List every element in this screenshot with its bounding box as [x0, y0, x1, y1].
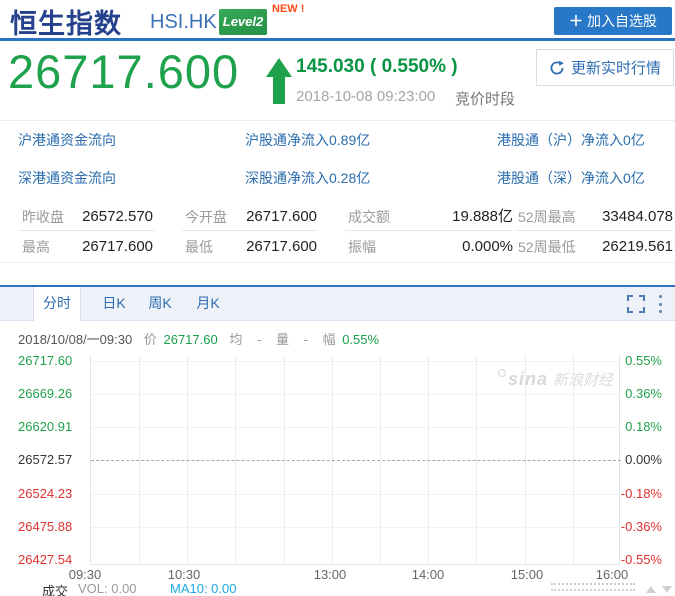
stats-divider — [516, 230, 673, 231]
stat-value-low: 26717.600 — [246, 234, 317, 260]
fund-flow-northbound-sh[interactable]: 沪股通净流入0.89亿 — [245, 121, 370, 159]
stats-divider — [182, 230, 318, 231]
stats-divider — [18, 230, 155, 231]
stat-label-high: 最高 — [22, 234, 50, 260]
gridline-h — [91, 394, 621, 395]
session-status: 竞价时段 — [455, 88, 515, 109]
fund-flow-link-hgt[interactable]: 沪港通资金流向 — [18, 121, 116, 159]
chart-info-datetime: 2018/10/08/一09:30 — [18, 332, 132, 347]
tab-daily-k[interactable]: 日K — [94, 287, 134, 320]
fund-flow-section: 沪港通资金流向 沪股通净流入0.89亿 港股通（沪）净流入0亿 深港通资金流向 … — [0, 120, 675, 197]
fund-flow-southbound-sh[interactable]: 港股通（沪）净流入0亿 — [497, 121, 645, 159]
chart-scrollbar[interactable] — [551, 583, 635, 591]
fund-flow-link-sgt[interactable]: 深港通资金流向 — [18, 159, 116, 197]
page-title: 恒生指数 — [10, 2, 122, 41]
tab-monthly-k[interactable]: 月K — [188, 287, 228, 320]
chart-crosshair-info: 2018/10/08/一09:30 价 26717.60 均 - 量 - 幅 0… — [18, 329, 379, 348]
y-axis-label-left: 26572.57 — [18, 452, 88, 467]
chart-info-vol-label: 量 — [276, 332, 289, 347]
stat-value-amplitude: 0.000% — [462, 234, 513, 260]
chart-info-amp-value: 0.55% — [342, 332, 379, 347]
gridline-h — [91, 494, 621, 495]
watermark-text: 新浪财经 — [553, 372, 613, 389]
up-arrow-icon — [266, 58, 292, 105]
gridline-h — [91, 427, 621, 428]
add-watchlist-label: 加入自选股 — [587, 13, 657, 29]
scroll-up-icon[interactable] — [646, 586, 656, 593]
stat-label-low: 最低 — [185, 234, 213, 260]
stat-value-turnover: 19.888亿 — [452, 204, 513, 230]
level2-badge[interactable]: Level2 — [219, 9, 267, 35]
hsi-quote-page: 恒生指数 HSI.HK Level2 NEW ! ＋加入自选股 26717.60… — [0, 0, 675, 596]
stat-label-52w-high: 52周最高 — [518, 204, 576, 230]
fullscreen-icon[interactable] — [627, 295, 645, 313]
stat-label-turnover: 成交额 — [348, 204, 390, 230]
baseline-dashed — [91, 460, 621, 461]
chart-info-avg-label: 均 — [229, 332, 242, 347]
fund-flow-row: 深港通资金流向 深股通净流入0.28亿 港股通（深）净流入0亿 — [0, 159, 675, 197]
x-axis-label: 13:00 — [308, 567, 352, 582]
chart-tabbar: 分时 日K 周K 月K — [0, 287, 675, 321]
tab-minute-chart[interactable]: 分时 — [33, 287, 81, 321]
stat-value-prev-close: 26572.570 — [82, 204, 153, 230]
stock-code: HSI.HK — [150, 11, 217, 34]
current-price: 26717.600 — [8, 44, 239, 99]
y-axis-label-left: 26620.91 — [18, 419, 88, 434]
refresh-quote-button[interactable]: 更新实时行情 — [536, 49, 674, 86]
new-badge: NEW ! — [272, 3, 304, 15]
scroll-down-icon[interactable] — [662, 586, 672, 593]
refresh-icon — [549, 60, 565, 76]
y-axis-label-left: 26524.23 — [18, 486, 88, 501]
fund-flow-southbound-sz[interactable]: 港股通（深）净流入0亿 — [497, 159, 645, 197]
chart-info-amp-label: 幅 — [323, 332, 336, 347]
sina-watermark: sina 新浪财经 — [498, 369, 613, 390]
y-axis-label-left: 26475.88 — [18, 519, 88, 534]
price-change: 145.030 ( 0.550% ) — [296, 56, 458, 78]
ma10-value: MA10: 0.00 — [170, 581, 237, 596]
stat-value-open: 26717.600 — [246, 204, 317, 230]
x-axis-label: 09:30 — [63, 567, 107, 582]
chart-info-price-label: 价 — [144, 332, 157, 347]
stat-label-amplitude: 振幅 — [348, 234, 376, 260]
chart-info-vol-value: - — [304, 332, 308, 347]
quote-timestamp: 2018-10-08 09:23:00 — [296, 88, 435, 105]
gridline-h — [91, 361, 621, 362]
y-axis-label-left: 26427.54 — [18, 552, 88, 567]
chart-info-avg-value: - — [257, 332, 261, 347]
x-axis-label: 10:30 — [162, 567, 206, 582]
chart-panel: 分时 日K 周K 月K 2018/10/08/一09:30 价 26717.60… — [0, 285, 675, 596]
y-axis-label-left: 26717.60 — [18, 353, 88, 368]
x-axis-label: 16:00 — [590, 567, 634, 582]
stat-label-open: 今开盘 — [185, 204, 227, 230]
stats-divider — [345, 230, 513, 231]
volume-value: VOL: 0.00 — [78, 581, 137, 596]
header-divider — [0, 38, 675, 41]
fund-flow-row: 沪港通资金流向 沪股通净流入0.89亿 港股通（沪）净流入0亿 — [0, 121, 675, 159]
tab-weekly-k[interactable]: 周K — [140, 287, 180, 320]
stat-label-prev-close: 昨收盘 — [22, 204, 64, 230]
volume-pane-label: 成交 — [42, 581, 68, 596]
add-watchlist-button[interactable]: ＋加入自选股 — [554, 7, 672, 35]
chart-info-price-value: 26717.60 — [163, 332, 217, 347]
stat-value-52w-low: 26219.561 — [602, 234, 673, 260]
chart-menu-icon[interactable] — [659, 295, 663, 313]
stat-label-52w-low: 52周最低 — [518, 234, 576, 260]
y-axis-label-left: 26669.26 — [18, 386, 88, 401]
fund-flow-northbound-sz[interactable]: 深股通净流入0.28亿 — [245, 159, 370, 197]
gridline-h — [91, 527, 621, 528]
plus-icon: ＋ — [569, 13, 583, 29]
x-axis-label: 15:00 — [505, 567, 549, 582]
sina-logo-icon — [498, 369, 506, 377]
watermark-logo: sina — [508, 369, 548, 389]
refresh-label: 更新实时行情 — [571, 57, 661, 78]
stat-value-high: 26717.600 — [82, 234, 153, 260]
stats-table: 昨收盘 26572.570 今开盘 26717.600 成交额 19.888亿 … — [0, 196, 675, 263]
stat-value-52w-high: 33484.078 — [602, 204, 673, 230]
x-axis-label: 14:00 — [406, 567, 450, 582]
